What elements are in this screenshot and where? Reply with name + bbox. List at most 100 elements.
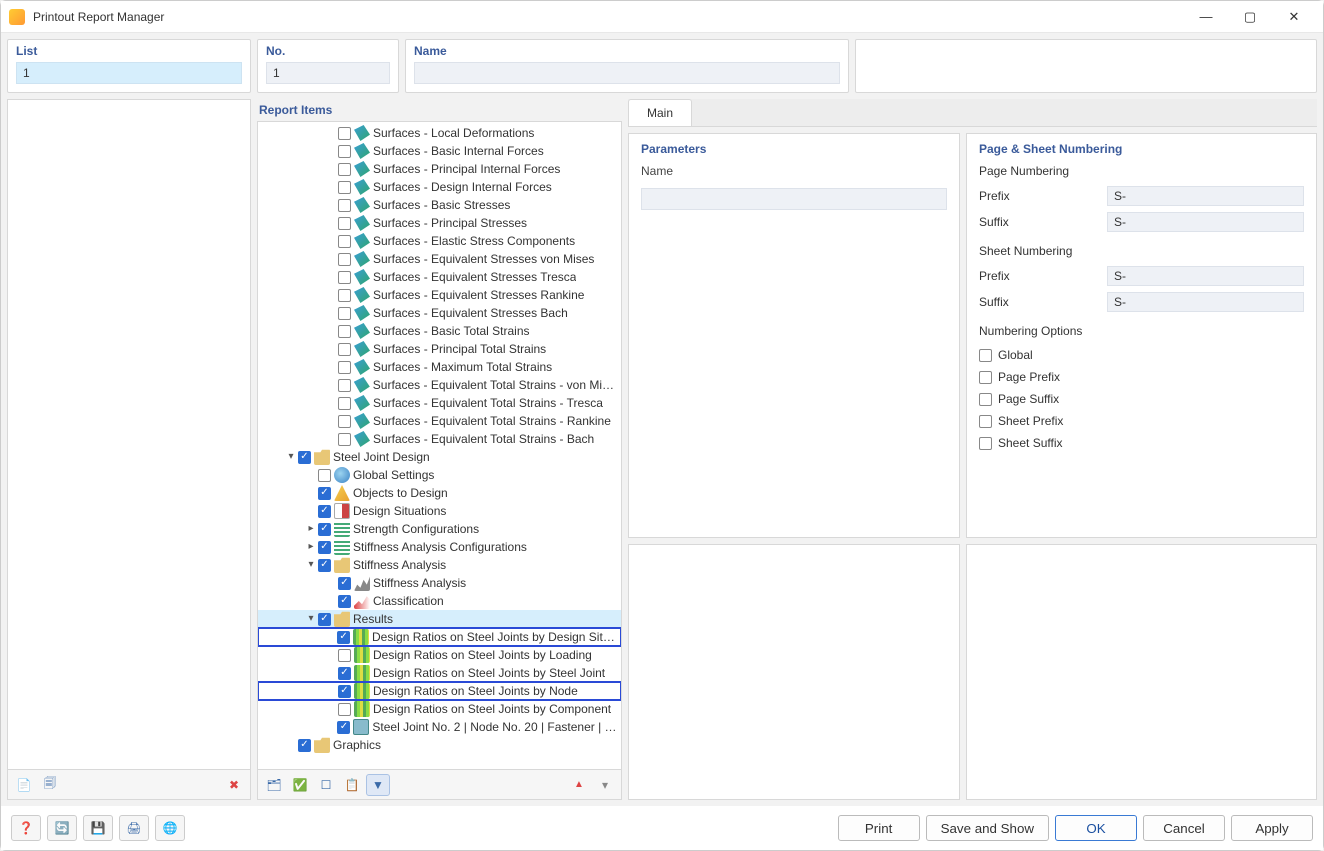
delete-button[interactable]: ✖ [222,774,246,796]
tree-checkbox[interactable] [338,703,351,716]
tree-checkbox[interactable] [337,721,350,734]
tree-checkbox[interactable] [298,451,311,464]
opt-page-prefix-check[interactable] [979,371,992,384]
print-setup-button[interactable]: 🖨 [119,815,149,841]
tree-checkall-button[interactable]: ✅ [288,774,312,796]
tab-main[interactable]: Main [628,99,692,126]
tree-row[interactable]: Surfaces - Principal Internal Forces [258,160,621,178]
tree-row[interactable]: Surfaces - Basic Internal Forces [258,142,621,160]
chevron-icon[interactable]: ▾ [284,448,298,466]
tree-checkbox[interactable] [338,649,351,662]
opt-sheet-suffix-check[interactable] [979,437,992,450]
opt-global-check[interactable] [979,349,992,362]
tree-row[interactable]: Objects to Design [258,484,621,502]
chevron-icon[interactable]: ▸ [304,538,318,556]
language-button[interactable]: 🌐 [155,815,185,841]
tree-checkbox[interactable] [338,289,351,302]
tree-row[interactable]: Surfaces - Equivalent Stresses Bach [258,304,621,322]
tree-row[interactable]: Surfaces - Equivalent Stresses Rankine [258,286,621,304]
help-button[interactable]: ❓ [11,815,41,841]
tree-row[interactable]: Steel Joint No. 2 | Node No. 20 | Fasten… [258,718,621,736]
tree-row[interactable]: Surfaces - Equivalent Total Strains - Ba… [258,430,621,448]
sheet-prefix-input[interactable]: S- [1107,266,1304,286]
opt-sheet-prefix-check[interactable] [979,415,992,428]
tree-checkbox[interactable] [338,145,351,158]
refresh-button[interactable]: 🔄 [47,815,77,841]
param-name-input[interactable] [641,188,947,210]
tree-checkbox[interactable] [338,685,351,698]
tree-checkbox[interactable] [338,415,351,428]
chevron-icon[interactable]: ▸ [304,520,318,538]
tree-checkbox[interactable] [318,487,331,500]
tree-row[interactable]: Design Ratios on Steel Joints by Node [258,682,621,700]
tree-checkbox[interactable] [338,271,351,284]
apply-button[interactable]: Apply [1231,815,1313,841]
sheet-suffix-input[interactable]: S- [1107,292,1304,312]
tree-checkbox[interactable] [298,739,311,752]
cancel-button[interactable]: Cancel [1143,815,1225,841]
tree-checkbox[interactable] [318,541,331,554]
tree-row[interactable]: Surfaces - Local Deformations [258,124,621,142]
tree-row[interactable]: Surfaces - Elastic Stress Components [258,232,621,250]
tree-row[interactable]: ▸Stiffness Analysis Configurations [258,538,621,556]
chevron-icon[interactable]: ▾ [304,610,318,628]
tree-up-button[interactable]: ▲ [567,774,591,796]
tree-row[interactable]: Surfaces - Principal Stresses [258,214,621,232]
tree-row[interactable]: ▾Steel Joint Design [258,448,621,466]
tree-copy-button[interactable]: 📋 [340,774,364,796]
tree-checkbox[interactable] [338,595,351,608]
tree-checkbox[interactable] [338,325,351,338]
tree-row[interactable]: Surfaces - Equivalent Stresses von Mises [258,250,621,268]
tree-row[interactable]: Surfaces - Equivalent Stresses Tresca [258,268,621,286]
tree-row[interactable]: Surfaces - Basic Stresses [258,196,621,214]
tree-row[interactable]: Stiffness Analysis [258,574,621,592]
tree-row[interactable]: Design Ratios on Steel Joints by Loading [258,646,621,664]
tree-checkbox[interactable] [338,433,351,446]
tree-checkbox[interactable] [338,667,351,680]
opt-sheet-suffix-row[interactable]: Sheet Suffix [979,432,1304,454]
tree-row[interactable]: ▾Stiffness Analysis [258,556,621,574]
minimize-button[interactable]: — [1193,7,1219,27]
tree-checkbox[interactable] [338,577,351,590]
opt-page-prefix-row[interactable]: Page Prefix [979,366,1304,388]
close-button[interactable]: ✕ [1281,7,1307,27]
tree-checkbox[interactable] [338,361,351,374]
tree-row[interactable]: Surfaces - Maximum Total Strains [258,358,621,376]
tree-checkbox[interactable] [338,235,351,248]
chevron-icon[interactable]: ▾ [304,556,318,574]
tree-checkbox[interactable] [318,469,331,482]
tree-checkbox[interactable] [337,631,350,644]
tree-checkbox[interactable] [338,199,351,212]
tree-expand-button[interactable]: 🗂 [262,774,286,796]
new-report-button[interactable]: 📄 [12,774,36,796]
tree-checkbox[interactable] [338,379,351,392]
tree-checkbox[interactable] [318,505,331,518]
tree-row[interactable]: ▾Results [258,610,621,628]
print-button[interactable]: Print [838,815,920,841]
tree-checkbox[interactable] [338,217,351,230]
tree-checkbox[interactable] [318,613,331,626]
tree-checkbox[interactable] [338,127,351,140]
page-suffix-input[interactable]: S- [1107,212,1304,232]
tree-checkbox[interactable] [318,523,331,536]
maximize-button[interactable]: ▢ [1237,7,1263,27]
save-file-button[interactable]: 💾 [83,815,113,841]
page-prefix-input[interactable]: S- [1107,186,1304,206]
tree-checkbox[interactable] [338,181,351,194]
tree-row[interactable]: Design Ratios on Steel Joints by Steel J… [258,664,621,682]
tree-row[interactable]: Design Ratios on Steel Joints by Compone… [258,700,621,718]
tree-checkbox[interactable] [338,343,351,356]
opt-global-row[interactable]: Global [979,344,1304,366]
ok-button[interactable]: OK [1055,815,1137,841]
tree-row[interactable]: Design Situations [258,502,621,520]
save-and-show-button[interactable]: Save and Show [926,815,1049,841]
opt-page-suffix-row[interactable]: Page Suffix [979,388,1304,410]
tree-row[interactable]: Graphics [258,736,621,754]
tree-checkbox[interactable] [338,253,351,266]
name-value[interactable] [414,62,840,84]
tree-uncheck-button[interactable]: ☐ [314,774,338,796]
tree-row[interactable]: Classification [258,592,621,610]
tree-row[interactable]: Surfaces - Design Internal Forces [258,178,621,196]
tree-row[interactable]: Surfaces - Basic Total Strains [258,322,621,340]
tree-filter-button[interactable]: ▼ [366,774,390,796]
